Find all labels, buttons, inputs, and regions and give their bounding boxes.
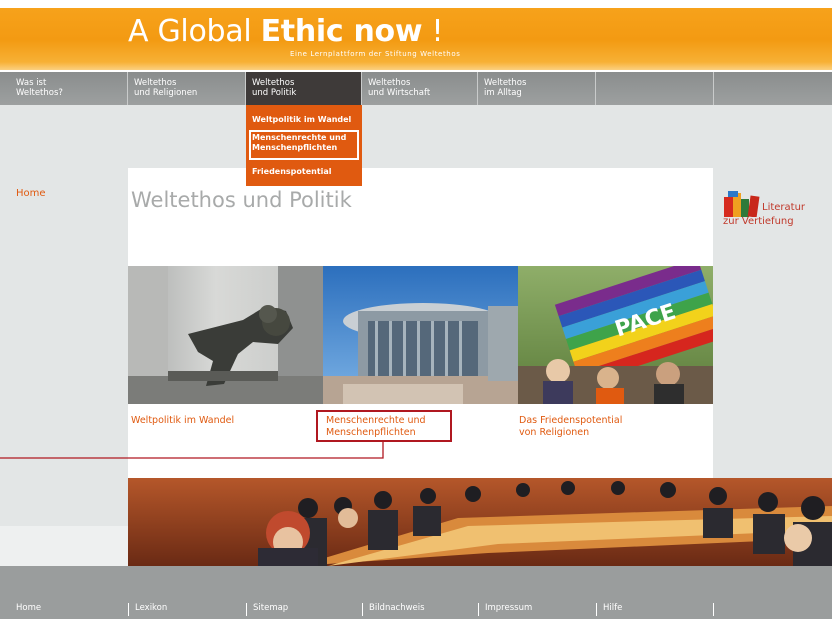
tile-label-line2: von Religionen	[519, 427, 590, 438]
nav-item-was-ist-weltethos[interactable]: Was ist Weltethos?	[10, 72, 128, 105]
submenu-item-friedenspotential[interactable]: Friedenspotential	[252, 167, 332, 176]
tile-link-friedenspotential[interactable]: Das Friedenspotential von Religionen	[519, 415, 622, 439]
left-sidebar-bottom	[0, 526, 128, 566]
left-sidebar	[0, 168, 128, 526]
nav-item-empty	[714, 72, 832, 105]
nav-item-weltethos-und-wirtschaft[interactable]: Weltethos und Wirtschaft	[362, 72, 478, 105]
knotted-gun-image	[128, 266, 323, 404]
photo-conference	[128, 478, 832, 566]
site-logo[interactable]: A Global Ethic now !	[128, 14, 444, 49]
nav-label-line2: Weltethos?	[16, 88, 63, 98]
nav-label-line2: im Alltag	[484, 88, 522, 98]
court-building-image	[323, 303, 518, 404]
tile-label-menschenrechte: Menschenrechte und Menschenpflichten	[326, 415, 426, 439]
photo-knotted-gun[interactable]	[128, 266, 323, 404]
nav-label-line1: Weltethos	[134, 78, 177, 88]
literature-link[interactable]: Literatur	[762, 202, 805, 213]
tile-link-weltpolitik[interactable]: Weltpolitik im Wandel	[131, 415, 234, 427]
literature-link-line2[interactable]: zur Vertiefung	[723, 216, 794, 227]
subnav-band	[0, 105, 832, 168]
sidebar-home-link[interactable]: Home	[16, 188, 46, 199]
footer-link-home[interactable]: Home	[10, 603, 41, 616]
photo-peace-flag[interactable]: PACE	[518, 266, 713, 404]
footer-link-empty	[713, 603, 720, 616]
books-icon	[724, 191, 760, 217]
submenu-item-menschenrechte-label: Menschenrechte und Menschenpflichten	[252, 133, 346, 153]
submenu-label-line2: Menschenpflichten	[252, 143, 338, 152]
logo-text-bold: Ethic now	[260, 14, 423, 49]
conference-image	[258, 481, 832, 566]
nav-label-line2: und Religionen	[134, 88, 198, 98]
nav-label-line1: Weltethos	[368, 78, 411, 88]
nav-label-line1: Was ist	[16, 78, 47, 88]
footer-link-hilfe[interactable]: Hilfe	[596, 603, 622, 616]
footer-link-lexikon[interactable]: Lexikon	[128, 603, 167, 616]
callout-line	[0, 442, 384, 459]
tile-label-line1: Menschenrechte und	[326, 415, 426, 426]
logo-text-plain: A Global	[128, 14, 261, 49]
submenu-item-weltpolitik[interactable]: Weltpolitik im Wandel	[252, 115, 351, 124]
page-title: Weltethos und Politik	[131, 188, 352, 212]
nav-label-line2: und Wirtschaft	[368, 88, 431, 98]
submenu-label-line1: Menschenrechte und	[252, 133, 347, 142]
nav-label-line1: Weltethos	[252, 78, 295, 88]
nav-item-weltethos-und-politik[interactable]: Weltethos und Politik	[246, 72, 362, 105]
tile-label-line2: Menschenpflichten	[326, 427, 416, 438]
footer-link-bildnachweis[interactable]: Bildnachweis	[362, 603, 425, 616]
nav-item-empty	[596, 72, 714, 105]
nav-label-line2: und Politik	[252, 88, 297, 98]
nav-label-line1: Weltethos	[484, 78, 527, 88]
logo-text-suffix: !	[422, 14, 444, 49]
footer-link-sitemap[interactable]: Sitemap	[246, 603, 288, 616]
nav-item-weltethos-und-religionen[interactable]: Weltethos und Religionen	[128, 72, 246, 105]
tile-label-line1: Weltpolitik im Wandel	[131, 415, 235, 426]
nav-item-weltethos-im-alltag[interactable]: Weltethos im Alltag	[478, 72, 596, 105]
photo-court-building[interactable]	[323, 266, 518, 404]
tagline: Eine Lernplattform der Stiftung Weltetho…	[290, 50, 461, 58]
peace-flag-image: PACE	[518, 266, 713, 404]
tile-label-line1: Das Friedenspotential	[519, 415, 623, 426]
footer-link-impressum[interactable]: Impressum	[478, 603, 532, 616]
